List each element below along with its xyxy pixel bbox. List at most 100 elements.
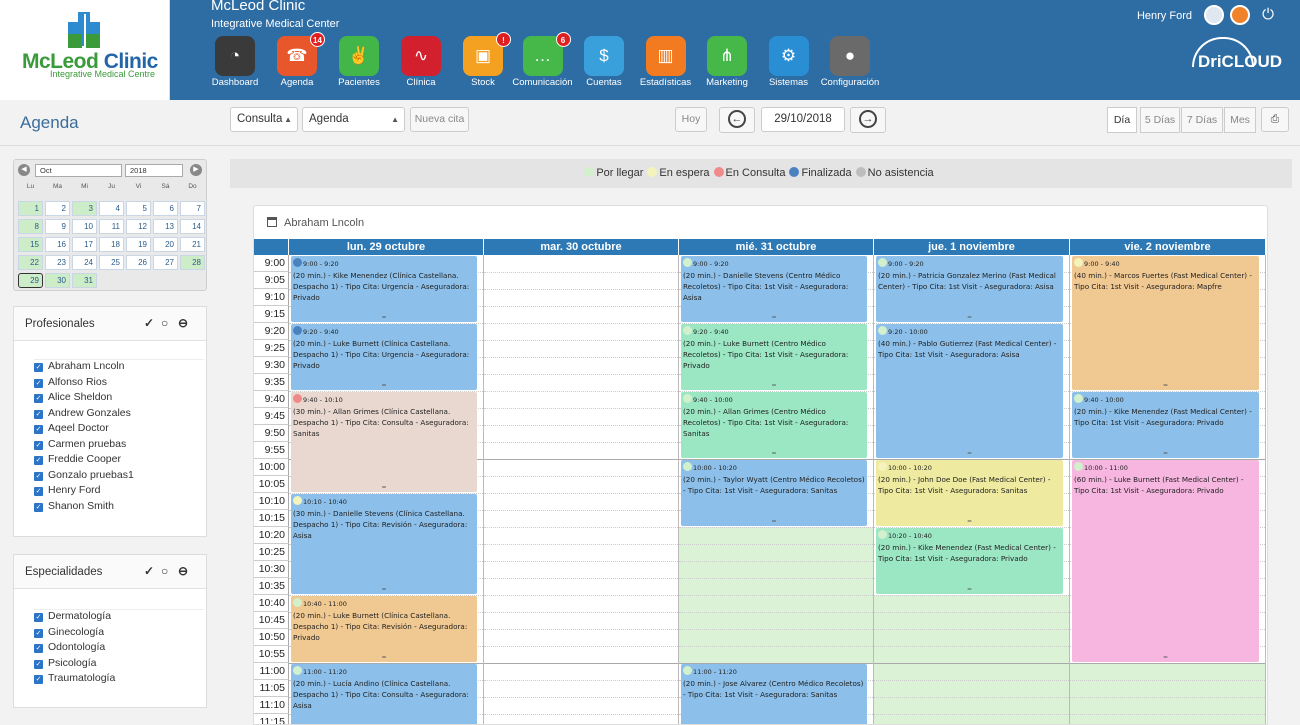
app-estadísticas[interactable]: ▥ Estadísticas — [631, 36, 701, 88]
appointment-card[interactable]: 9:20 - 9:40 (20 min.) - Luke Burnett (Clí… — [291, 324, 477, 390]
available-slot[interactable] — [1070, 663, 1265, 724]
checkbox-item[interactable]: Dermatología — [34, 610, 204, 626]
appointment-card[interactable]: 9:20 - 9:40 (20 min.) - Luke Burnett (Cen… — [681, 324, 867, 390]
day-cell[interactable]: 22 — [18, 255, 43, 270]
view-mes[interactable]: Mes — [1224, 107, 1256, 133]
day-cell[interactable]: 26 — [126, 255, 151, 270]
next-button[interactable]: → — [850, 107, 886, 133]
checkbox-item[interactable]: Traumatología — [34, 672, 204, 688]
appointment-card[interactable]: 10:20 - 10:40 (20 min.) - Kike Menendez (… — [876, 528, 1063, 594]
day-cell[interactable]: 12 — [126, 219, 151, 234]
appointment-card[interactable]: 11:00 - 11:20 (20 min.) - Jose Alvarez (C… — [681, 664, 867, 724]
appointment-card[interactable]: 9:00 - 9:20 (20 min.) - Danielle Stevens … — [681, 256, 867, 322]
app-agenda[interactable]: ☎ 14 Agenda — [262, 32, 332, 88]
collapse-icon[interactable]: ⊖ — [178, 564, 188, 578]
app-dashboard[interactable]: ◔ Dashboard — [200, 36, 270, 88]
app-pacientes[interactable]: ✌ Pacientes — [324, 36, 394, 88]
resize-handle-icon[interactable]: = — [681, 518, 867, 526]
appointment-card[interactable]: 9:40 - 10:00 (20 min.) - Allan Grimes (Ce… — [681, 392, 867, 458]
appointment-card[interactable]: 9:00 - 9:40 (40 min.) - Marcos Fuertes (F… — [1072, 256, 1259, 390]
app-clínica[interactable]: ∿ Clínica — [386, 36, 456, 88]
checkbox-item[interactable]: Ginecología — [34, 626, 204, 642]
date-input[interactable]: 29/10/2018 — [761, 107, 845, 132]
resize-handle-icon[interactable]: = — [681, 314, 867, 322]
agenda-select[interactable]: Agenda ▲ — [302, 107, 405, 132]
day-cell[interactable]: 19 — [126, 237, 151, 252]
day-cell[interactable]: 3 — [72, 201, 97, 216]
checkbox-item[interactable]: Psicología — [34, 657, 204, 673]
resize-handle-icon[interactable]: = — [876, 314, 1063, 322]
day-cell[interactable]: 20 — [153, 237, 178, 252]
day-header[interactable]: lun. 29 octubre — [289, 239, 484, 255]
checkbox-item[interactable]: Andrew Gonzales — [34, 407, 204, 423]
print-button[interactable]: ⎙ — [1261, 107, 1289, 132]
day-cell[interactable]: 10 — [72, 219, 97, 234]
day-cell[interactable]: 16 — [45, 237, 70, 252]
appointment-card[interactable]: 11:00 - 11:20 (20 min.) - Lucía Andino (C… — [291, 664, 477, 724]
day-cell[interactable]: 8 — [18, 219, 43, 234]
checkbox-item[interactable]: Odontología — [34, 641, 204, 657]
day-cell[interactable]: 31 — [72, 273, 97, 288]
resize-handle-icon[interactable]: = — [1072, 382, 1259, 390]
day-cell[interactable]: 11 — [99, 219, 124, 234]
view-7-días[interactable]: 7 Días — [1181, 107, 1223, 133]
next-month-icon[interactable]: ▶ — [190, 164, 202, 176]
day-cell[interactable]: 24 — [72, 255, 97, 270]
appointment-card[interactable]: 10:00 - 10:20 (20 min.) - Taylor Wyatt (C… — [681, 460, 867, 526]
appointment-card[interactable]: 10:40 - 11:00 (20 min.) - Luke Burnett (C… — [291, 596, 477, 662]
checkbox-item[interactable]: Shanon Smith — [34, 500, 204, 516]
user-profile-icon[interactable] — [1230, 5, 1250, 25]
appointment-card[interactable]: 10:10 - 10:40 (30 min.) - Danielle Steven… — [291, 494, 477, 594]
resize-handle-icon[interactable]: = — [291, 654, 477, 662]
appointment-card[interactable]: 9:00 - 9:20 (20 min.) - Kike Menendez (Cl… — [291, 256, 477, 322]
checkbox-item[interactable]: Henry Ford — [34, 484, 204, 500]
day-header[interactable]: vie. 2 noviembre — [1070, 239, 1266, 255]
resize-handle-icon[interactable]: = — [291, 382, 477, 390]
checkbox-item[interactable]: Alice Sheldon — [34, 391, 204, 407]
resize-handle-icon[interactable]: = — [291, 484, 477, 492]
day-header[interactable]: mié. 31 octubre — [679, 239, 874, 255]
day-cell[interactable]: 30 — [45, 273, 70, 288]
uncheck-all-icon[interactable]: ○ — [161, 316, 168, 330]
check-all-icon[interactable]: ✓ — [144, 564, 154, 578]
resize-handle-icon[interactable]: = — [876, 586, 1063, 594]
day-cell[interactable]: 27 — [153, 255, 178, 270]
day-cell[interactable]: 17 — [72, 237, 97, 252]
appointment-card[interactable]: 9:20 - 10:00 (40 min.) - Pablo Gutierrez … — [876, 324, 1063, 458]
day-column[interactable] — [484, 255, 679, 724]
day-cell[interactable]: 29 — [18, 273, 43, 288]
day-cell[interactable]: 28 — [180, 255, 205, 270]
checkbox-item[interactable]: Alfonso Rios — [34, 376, 204, 392]
uncheck-all-icon[interactable]: ○ — [161, 564, 168, 578]
checkbox-item[interactable]: Carmen pruebas — [34, 438, 204, 454]
app-cuentas[interactable]: $ Cuentas — [569, 36, 639, 88]
day-cell[interactable]: 2 — [45, 201, 70, 216]
appointment-card[interactable]: 9:40 - 10:10 (30 min.) - Allan Grimes (Cl… — [291, 392, 477, 492]
app-sistemas[interactable]: ⚙ Sistemas — [754, 36, 824, 88]
appointment-card[interactable]: 9:00 - 9:20 (20 min.) - Patricia Gonzalez… — [876, 256, 1063, 322]
clinic-logo[interactable]: McLeod Clinic Integrative Medical Centre — [0, 0, 170, 100]
day-cell[interactable]: 5 — [126, 201, 151, 216]
month-select[interactable]: Oct — [35, 164, 122, 177]
day-column[interactable]: 9:00 - 9:40 (40 min.) - Marcos Fuertes (F… — [1070, 255, 1266, 724]
day-cell[interactable]: 1 — [18, 201, 43, 216]
app-marketing[interactable]: ⋔ Marketing — [692, 36, 762, 88]
day-cell[interactable]: 4 — [99, 201, 124, 216]
day-header[interactable]: jue. 1 noviembre — [874, 239, 1070, 255]
user-name[interactable]: Henry Ford — [1137, 10, 1192, 22]
day-column[interactable]: 9:00 - 9:20 (20 min.) - Patricia Gonzalez… — [874, 255, 1070, 724]
resize-handle-icon[interactable]: = — [681, 450, 867, 458]
day-cell[interactable]: 21 — [180, 237, 205, 252]
collapse-icon[interactable]: ⊖ — [178, 316, 188, 330]
checkbox-item[interactable]: Gonzalo pruebas1 — [34, 469, 204, 485]
day-cell[interactable]: 18 — [99, 237, 124, 252]
check-all-icon[interactable]: ✓ — [144, 316, 154, 330]
new-appointment-button[interactable]: Nueva cita — [410, 107, 469, 132]
day-header[interactable]: mar. 30 octubre — [484, 239, 679, 255]
day-cell[interactable]: 25 — [99, 255, 124, 270]
consulta-select[interactable]: Consulta ▲ — [230, 107, 298, 132]
available-slot[interactable] — [874, 595, 1069, 724]
day-column[interactable]: 9:00 - 9:20 (20 min.) - Danielle Stevens … — [679, 255, 874, 724]
prev-month-icon[interactable]: ◀ — [18, 164, 30, 176]
app-comunicación[interactable]: … 6 Comunicación — [508, 32, 578, 88]
